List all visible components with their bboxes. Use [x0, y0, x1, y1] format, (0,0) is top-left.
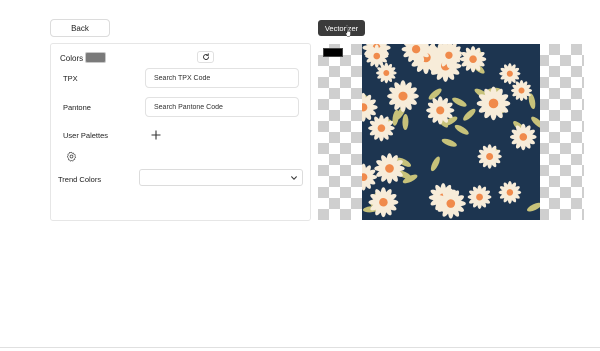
pantone-label: Pantone	[63, 103, 91, 112]
tpx-search-input[interactable]	[145, 68, 299, 88]
tpx-label: TPX	[63, 74, 78, 83]
current-color-swatch[interactable]	[85, 52, 106, 63]
user-palettes-label: User Palettes	[63, 131, 109, 140]
trend-colors-label: Trend Colors	[58, 175, 102, 184]
reset-colors-button[interactable]	[197, 51, 214, 63]
back-button[interactable]: Back	[50, 19, 110, 37]
chevron-down-icon	[291, 176, 297, 180]
divider	[0, 347, 600, 348]
add-palette-button[interactable]	[150, 129, 162, 141]
colors-label: Colors	[60, 54, 84, 63]
plus-icon	[151, 130, 161, 140]
floral-pattern-image	[362, 44, 540, 220]
gear-icon	[66, 151, 76, 161]
refresh-icon	[202, 53, 209, 60]
background-color-chip[interactable]	[323, 48, 343, 57]
color-panel: Colors TPX Pantone User Palettes Trend C…	[50, 43, 311, 221]
vectorizer-button[interactable]: Vectorizer	[318, 20, 365, 36]
palette-settings-button[interactable]	[65, 150, 77, 162]
pattern-artwork	[362, 44, 540, 220]
pantone-search-input[interactable]	[145, 97, 299, 117]
trend-colors-select[interactable]	[139, 169, 303, 186]
hand-cursor-icon	[345, 27, 351, 37]
